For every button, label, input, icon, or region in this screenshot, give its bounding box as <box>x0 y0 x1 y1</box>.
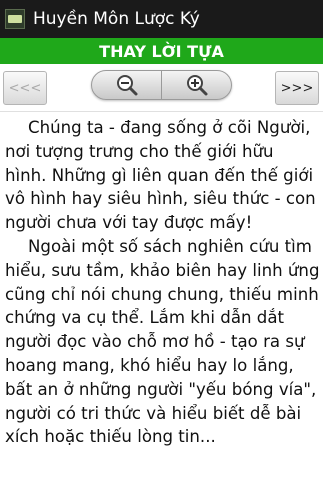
reader-toolbar: <<< >>> <box>0 64 323 112</box>
next-page-button[interactable]: >>> <box>275 71 319 105</box>
app-title: Huyền Môn Lược Ký <box>33 9 200 29</box>
chapter-title: THAY LỜI TỰA <box>99 41 224 61</box>
paragraph: Ngoài một số sách nghiên cứu tìm hiểu, s… <box>5 236 320 447</box>
zoom-controls <box>91 70 232 100</box>
zoom-out-button[interactable] <box>92 71 161 99</box>
book-icon <box>5 9 25 29</box>
chapter-header: THAY LỜI TỰA <box>0 38 323 64</box>
paragraph: Chúng ta - đang sống ở cõi Người, nơi tư… <box>5 118 316 233</box>
article-body: Chúng ta - đang sống ở cõi Người, nơi tư… <box>5 112 320 487</box>
zoom-in-icon <box>186 75 207 96</box>
zoom-out-icon <box>116 75 137 96</box>
zoom-in-button[interactable] <box>161 71 231 99</box>
title-bar: Huyền Môn Lược Ký <box>0 0 323 38</box>
previous-page-button[interactable]: <<< <box>3 71 47 105</box>
